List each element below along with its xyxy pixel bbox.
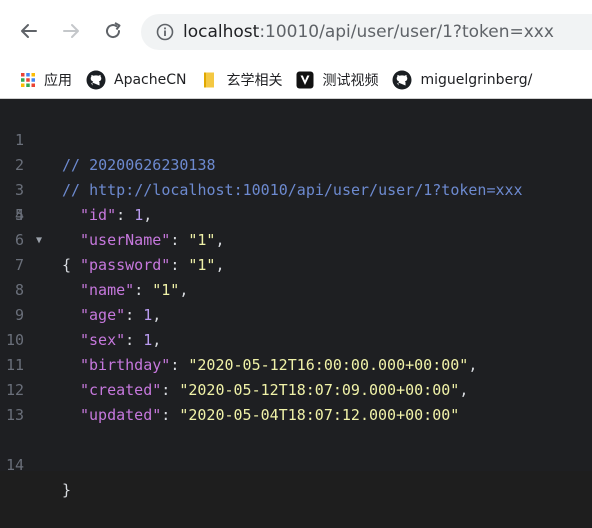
json-comma: , [152, 331, 162, 349]
code-line: 3 [0, 153, 592, 199]
line-number: 11 [5, 356, 24, 374]
code-line: 2 // http://localhost:10010/api/user/use… [0, 128, 592, 199]
json-field: "password": "1", [80, 253, 225, 278]
info-icon[interactable] [155, 22, 175, 42]
code-line: 10 "sex": 1, [0, 328, 592, 353]
json-key: "created" [80, 381, 162, 399]
json-value: 1 [143, 331, 153, 349]
forward-button[interactable] [59, 19, 83, 43]
code-line: 1 // 20200626230138 [0, 103, 592, 174]
json-key: "name" [80, 281, 135, 299]
json-value: 1 [143, 306, 153, 324]
json-colon: : [125, 306, 144, 324]
json-comma: , [179, 281, 189, 299]
bookmark-label: 测试视频 [322, 73, 379, 89]
json-comma: , [215, 231, 225, 249]
line-number: 7 [14, 256, 24, 274]
json-key: "userName" [80, 231, 171, 249]
back-arrow-icon [21, 24, 37, 38]
json-value: "1" [152, 281, 180, 299]
line-number: 14 [5, 456, 24, 474]
json-value: "2020-05-12T18:07:09.000+00:00" [179, 381, 460, 399]
apps-grid-icon [20, 72, 36, 88]
json-value: 1 [134, 206, 144, 224]
line-number: 10 [5, 331, 24, 349]
json-field: "age": 1, [80, 303, 161, 328]
json-field: "id": 1, [80, 203, 152, 228]
code-line: 12 "created": "2020-05-12T18:07:09.000+00… [0, 378, 592, 403]
json-colon: : [161, 381, 180, 399]
browser-toolbar: localhost:10010/api/user/user/1?token=xx… [0, 0, 592, 62]
line-number: 13 [5, 406, 24, 424]
json-colon: : [125, 331, 144, 349]
github-icon [86, 70, 106, 90]
bookmark-apps[interactable]: 应用 [20, 66, 72, 94]
back-button[interactable] [17, 19, 41, 43]
json-key: "updated" [80, 406, 162, 424]
json-viewer: 1 // 20200626230138 2 // http://localhos… [0, 99, 592, 499]
json-field: "name": "1", [80, 278, 188, 303]
json-colon: : [134, 281, 153, 299]
code-line: 14 } [0, 428, 592, 499]
line-number: 9 [14, 306, 24, 324]
json-field: "updated": "2020-05-04T18:07:12.000+00:0… [80, 403, 459, 428]
json-field: "userName": "1", [80, 228, 225, 253]
json-colon: : [170, 231, 189, 249]
json-key: "age" [80, 306, 126, 324]
json-field: "sex": 1, [80, 328, 161, 353]
code-line: 13 "updated": "2020-05-04T18:07:12.000+00… [0, 403, 592, 428]
json-value: "1" [188, 256, 216, 274]
line-number: 8 [14, 281, 24, 299]
json-field: "created": "2020-05-12T18:07:09.000+00:0… [80, 378, 468, 403]
code-line: 9 "age": 1, [0, 303, 592, 328]
reload-icon [106, 22, 121, 39]
code-line: 7 "password": "1", [0, 253, 592, 278]
bookmarks-bar: 应用 ApacheCN 玄学相关 测试视频 miguelgrinberg/ [0, 62, 592, 99]
bookmark-label: 玄学相关 [226, 73, 283, 89]
json-key: "password" [80, 256, 171, 274]
json-comma: , [459, 381, 469, 399]
reload-button[interactable] [101, 19, 125, 43]
address-bar[interactable]: localhost:10010/api/user/user/1?token=xx… [141, 14, 592, 50]
forward-arrow-icon [63, 24, 79, 38]
v-logo-icon [296, 71, 314, 89]
json-comma: , [468, 356, 478, 374]
json-colon: : [116, 206, 135, 224]
code-line: 5 "id": 1, [0, 203, 592, 228]
bookmark-test-video[interactable]: 测试视频 [296, 66, 378, 94]
close-brace: } [62, 481, 72, 499]
json-comma: , [143, 206, 153, 224]
line-number: 12 [5, 381, 24, 399]
json-field: "birthday": "2020-05-12T16:00:00.000+00:… [80, 353, 477, 378]
line-number: 6 [14, 231, 24, 249]
json-key: "id" [80, 206, 117, 224]
code-line: 4 ▼ { [0, 178, 592, 274]
url-text[interactable]: localhost:10010/api/user/user/1?token=xx… [183, 22, 554, 42]
json-colon: : [161, 406, 180, 424]
json-value: "1" [188, 231, 216, 249]
json-colon: : [170, 256, 189, 274]
json-colon: : [170, 356, 189, 374]
json-key: "sex" [80, 331, 126, 349]
code-line: 8 "name": "1", [0, 278, 592, 303]
code-line: 6 "userName": "1", [0, 228, 592, 253]
bookmark-label: miguelgrinberg/ [420, 72, 533, 88]
json-comma: , [215, 256, 225, 274]
bookmark-xuanxue[interactable]: 玄学相关 [200, 66, 282, 94]
bookmark-miguelgrinberg[interactable]: miguelgrinberg/ [392, 66, 532, 94]
bookmark-apachecn[interactable]: ApacheCN [86, 66, 186, 94]
bookmark-label: ApacheCN [114, 72, 187, 88]
bookmark-label: 应用 [44, 73, 72, 89]
code-line: 11 "birthday": "2020-05-12T16:00:00.000+0… [0, 353, 592, 378]
json-value: "2020-05-12T16:00:00.000+00:00" [188, 356, 469, 374]
json-value: "2020-05-04T18:07:12.000+00:00" [179, 406, 460, 424]
folder-icon [200, 71, 218, 89]
json-key: "birthday" [80, 356, 171, 374]
github-icon [392, 70, 412, 90]
json-comma: , [152, 306, 162, 324]
line-number: 5 [14, 206, 24, 224]
